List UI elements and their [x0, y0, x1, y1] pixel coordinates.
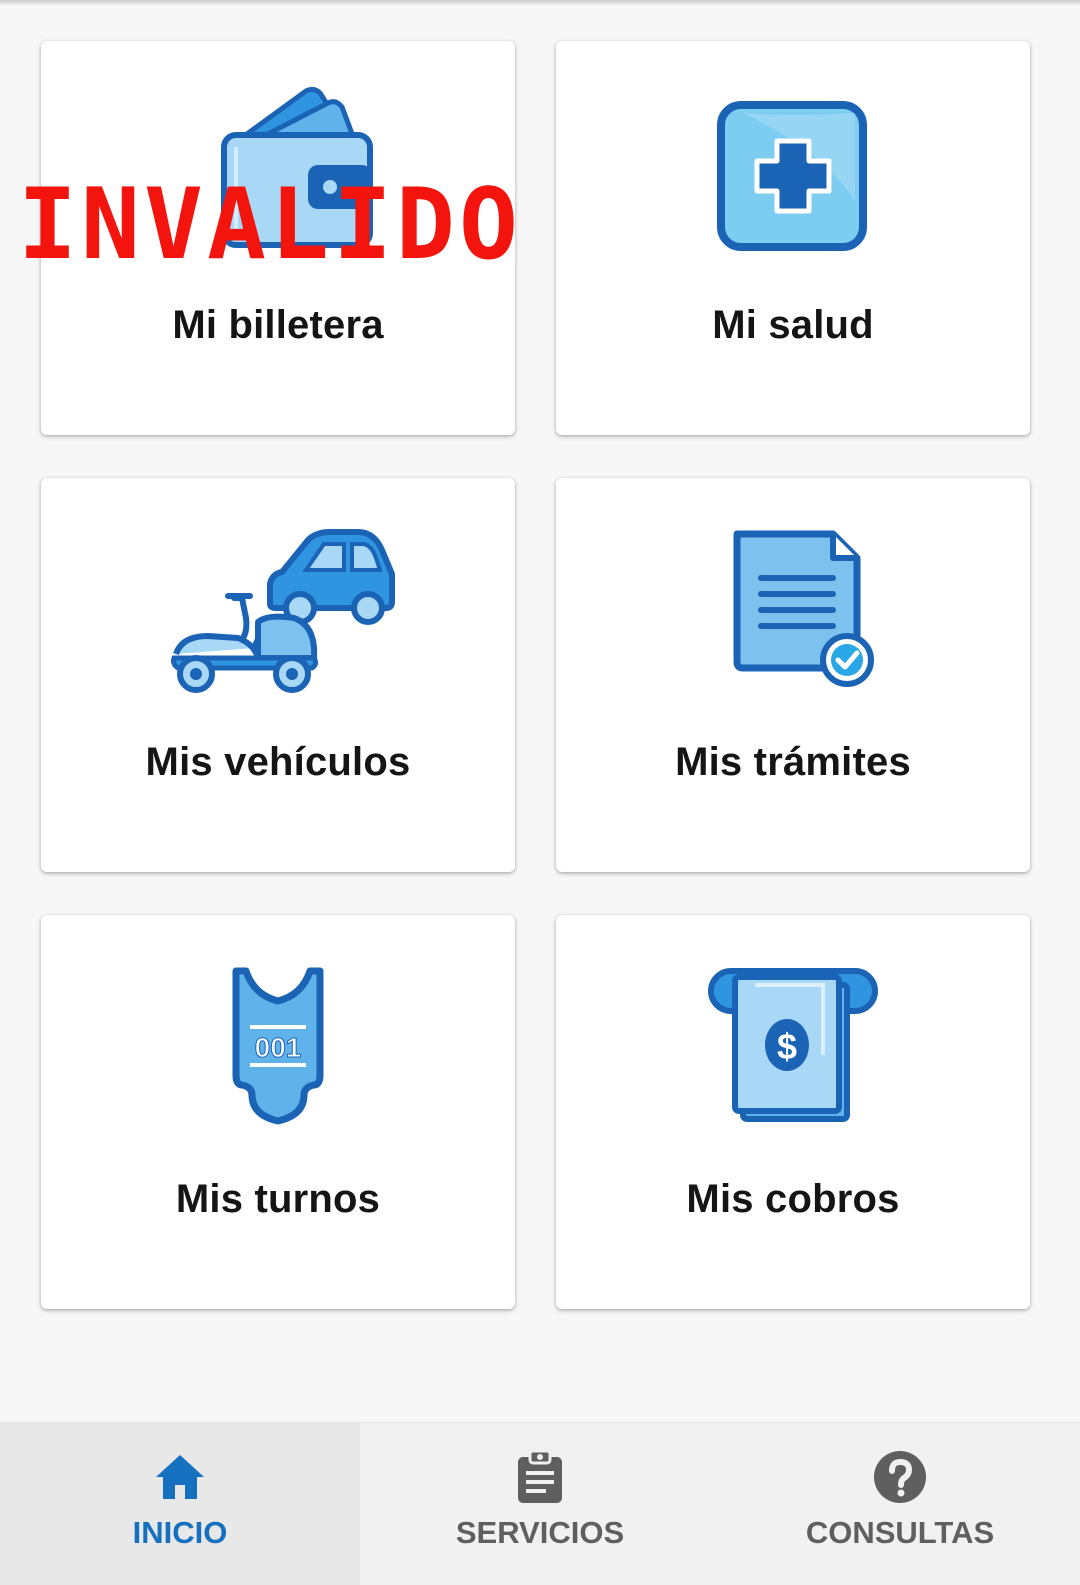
- home-icon: [152, 1449, 208, 1505]
- nav-label-servicios: SERVICIOS: [455, 1515, 625, 1550]
- nav-tab-consultas[interactable]: CONSULTAS: [720, 1423, 1080, 1585]
- document-check-icon: [673, 518, 913, 708]
- card-label: Mi billetera: [172, 303, 384, 347]
- card-label: Mi salud: [712, 303, 874, 347]
- nav-label-consultas: CONSULTAS: [805, 1515, 995, 1550]
- help-icon: [872, 1449, 928, 1505]
- card-label: Mis turnos: [175, 1177, 381, 1221]
- card-label: Mis vehículos: [145, 740, 411, 784]
- nav-label-inicio: INICIO: [132, 1515, 228, 1550]
- card-mi-billetera[interactable]: Mi billetera: [41, 41, 515, 435]
- bottom-navigation: INICIO SERVICIOS CONSULTAS: [0, 1422, 1080, 1585]
- card-mis-turnos[interactable]: 001 Mis turnos: [41, 915, 515, 1309]
- health-cross-icon: [673, 81, 913, 271]
- currency-symbol: $: [777, 1026, 797, 1067]
- payment-icon: $: [673, 955, 913, 1145]
- card-mi-salud[interactable]: Mi salud: [556, 41, 1030, 435]
- vehicles-icon: [158, 518, 398, 708]
- nav-tab-servicios[interactable]: SERVICIOS: [360, 1423, 720, 1585]
- card-mis-tramites[interactable]: Mis trámites: [556, 478, 1030, 872]
- clipboard-icon: [512, 1449, 568, 1505]
- ticket-number: 001: [255, 1032, 302, 1063]
- wallet-icon: [158, 81, 398, 271]
- ticket-icon: 001: [158, 955, 398, 1145]
- card-mis-cobros[interactable]: $ Mis cobros: [556, 915, 1030, 1309]
- card-label: Mis trámites: [675, 740, 911, 784]
- card-grid: Mi billetera Mi salud Mis vehículos Mis …: [0, 0, 1080, 1430]
- nav-tab-inicio[interactable]: INICIO: [0, 1423, 360, 1585]
- card-mis-vehiculos[interactable]: Mis vehículos: [41, 478, 515, 872]
- card-label: Mis cobros: [686, 1177, 900, 1221]
